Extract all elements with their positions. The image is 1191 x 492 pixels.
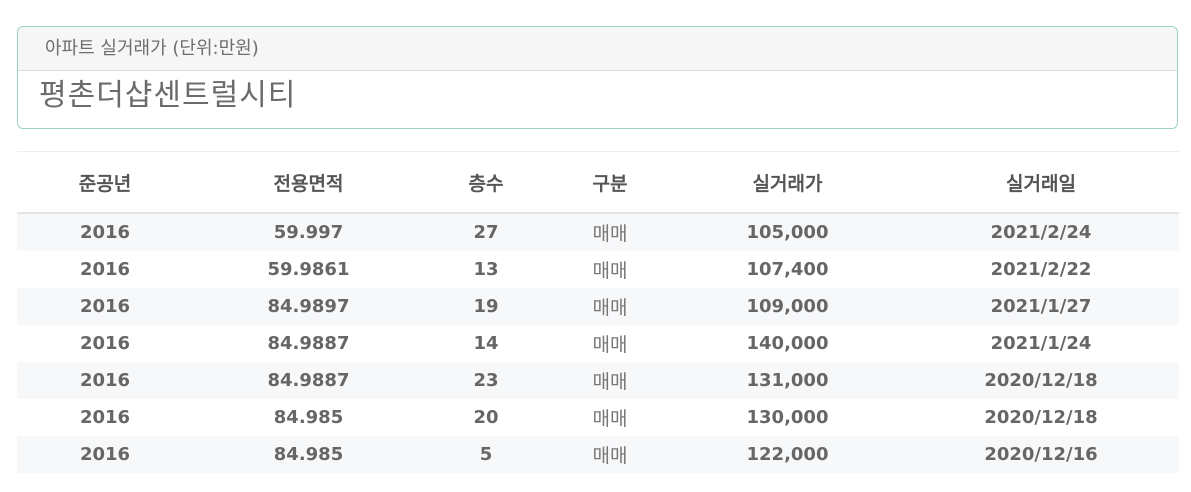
cell-floor: 5 xyxy=(424,436,548,473)
table-row: 2016 84.9897 19 매매 109,000 2021/1/27 xyxy=(17,288,1179,325)
cell-floor: 23 xyxy=(424,362,548,399)
column-header-type: 구분 xyxy=(548,151,672,214)
cell-price: 122,000 xyxy=(672,436,903,473)
column-header-price: 실거래가 xyxy=(672,151,903,214)
cell-floor: 19 xyxy=(424,288,548,325)
table-row: 2016 84.985 5 매매 122,000 2020/12/16 xyxy=(17,436,1179,473)
table-row: 2016 84.9887 23 매매 131,000 2020/12/18 xyxy=(17,362,1179,399)
column-header-area: 전용면적 xyxy=(193,151,424,214)
cell-type: 매매 xyxy=(548,399,672,436)
table-row: 2016 59.997 27 매매 105,000 2021/2/24 xyxy=(17,213,1179,251)
cell-floor: 14 xyxy=(424,325,548,362)
cell-date: 2021/2/24 xyxy=(903,213,1179,251)
cell-price: 130,000 xyxy=(672,399,903,436)
cell-floor: 27 xyxy=(424,213,548,251)
cell-area: 84.9887 xyxy=(193,362,424,399)
table-row: 2016 84.9887 14 매매 140,000 2021/1/24 xyxy=(17,325,1179,362)
cell-build-year: 2016 xyxy=(17,362,193,399)
apartment-name: 평촌더샵센트럴시티 xyxy=(39,78,297,113)
card-header: 아파트 실거래가 (단위:만원) xyxy=(18,27,1177,71)
transactions-table: 준공년 전용면적 층수 구분 실거래가 실거래일 2016 59.997 27 … xyxy=(17,151,1179,473)
cell-area: 84.9887 xyxy=(193,325,424,362)
table-row: 2016 84.985 20 매매 130,000 2020/12/18 xyxy=(17,399,1179,436)
cell-date: 2020/12/16 xyxy=(903,436,1179,473)
cell-build-year: 2016 xyxy=(17,325,193,362)
table-row: 2016 59.9861 13 매매 107,400 2021/2/22 xyxy=(17,251,1179,288)
cell-build-year: 2016 xyxy=(17,213,193,251)
cell-type: 매매 xyxy=(548,288,672,325)
cell-price: 107,400 xyxy=(672,251,903,288)
cell-date: 2021/1/27 xyxy=(903,288,1179,325)
cell-floor: 13 xyxy=(424,251,548,288)
cell-type: 매매 xyxy=(548,251,672,288)
column-header-build-year: 준공년 xyxy=(17,151,193,214)
column-header-date: 실거래일 xyxy=(903,151,1179,214)
cell-area: 84.985 xyxy=(193,436,424,473)
cell-area: 59.997 xyxy=(193,213,424,251)
cell-date: 2020/12/18 xyxy=(903,362,1179,399)
cell-build-year: 2016 xyxy=(17,399,193,436)
cell-type: 매매 xyxy=(548,436,672,473)
cell-type: 매매 xyxy=(548,213,672,251)
cell-floor: 20 xyxy=(424,399,548,436)
cell-date: 2020/12/18 xyxy=(903,399,1179,436)
cell-area: 84.9897 xyxy=(193,288,424,325)
table-header-row: 준공년 전용면적 층수 구분 실거래가 실거래일 xyxy=(17,151,1179,214)
cell-price: 109,000 xyxy=(672,288,903,325)
cell-price: 131,000 xyxy=(672,362,903,399)
cell-date: 2021/1/24 xyxy=(903,325,1179,362)
cell-area: 59.9861 xyxy=(193,251,424,288)
cell-build-year: 2016 xyxy=(17,251,193,288)
cell-build-year: 2016 xyxy=(17,436,193,473)
cell-type: 매매 xyxy=(548,362,672,399)
transactions-table-wrapper: 준공년 전용면적 층수 구분 실거래가 실거래일 2016 59.997 27 … xyxy=(17,151,1179,473)
cell-price: 140,000 xyxy=(672,325,903,362)
cell-date: 2021/2/22 xyxy=(903,251,1179,288)
cell-price: 105,000 xyxy=(672,213,903,251)
column-header-floor: 층수 xyxy=(424,151,548,214)
apartment-info-card: 아파트 실거래가 (단위:만원) 평촌더샵센트럴시티 xyxy=(17,26,1178,129)
cell-type: 매매 xyxy=(548,325,672,362)
cell-build-year: 2016 xyxy=(17,288,193,325)
cell-area: 84.985 xyxy=(193,399,424,436)
